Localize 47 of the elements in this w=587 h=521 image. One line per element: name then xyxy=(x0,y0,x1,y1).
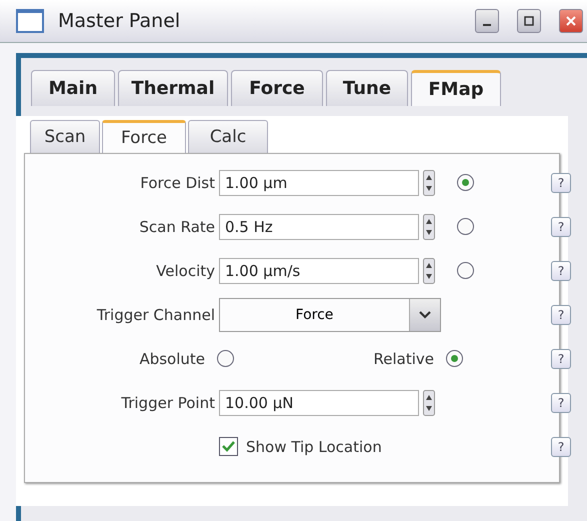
spinner-icon[interactable] xyxy=(423,390,435,416)
help-button[interactable]: ? xyxy=(551,260,571,280)
close-icon xyxy=(566,16,576,26)
field-label: Trigger Point xyxy=(120,394,215,412)
tab[interactable]: Calc xyxy=(188,120,268,153)
help-button[interactable]: ? xyxy=(551,348,571,368)
maximize-icon xyxy=(524,16,534,26)
help-button[interactable]: ? xyxy=(551,392,571,412)
minimize-button[interactable] xyxy=(475,9,499,33)
input-field[interactable]: 10.00 µN xyxy=(219,390,419,416)
help-button[interactable]: ? xyxy=(551,436,571,456)
field-label: Trigger Channel xyxy=(96,306,215,324)
radio-button[interactable] xyxy=(457,262,474,279)
help-button[interactable]: ? xyxy=(551,172,571,192)
radio-button[interactable] xyxy=(446,350,463,367)
window-icon xyxy=(16,9,44,33)
spinner-icon[interactable] xyxy=(423,258,435,284)
input-field[interactable]: 0.5 Hz xyxy=(219,214,419,240)
input-field[interactable]: 1.00 µm xyxy=(219,170,419,196)
field-label: Scan Rate xyxy=(138,218,215,236)
tab[interactable]: Tune xyxy=(326,70,408,106)
tab[interactable]: Force xyxy=(231,70,323,106)
maximize-button[interactable] xyxy=(517,9,541,33)
tab[interactable]: FMap xyxy=(411,70,501,106)
checkbox[interactable] xyxy=(219,437,238,456)
field-label: Force Dist xyxy=(139,174,215,192)
help-button[interactable]: ? xyxy=(551,305,571,325)
tab[interactable]: Force xyxy=(102,120,186,153)
radio-label: Relative xyxy=(372,350,434,368)
field-label: Velocity xyxy=(155,262,215,280)
close-button[interactable] xyxy=(559,9,583,33)
dropdown[interactable]: Force xyxy=(219,298,441,332)
radio-button[interactable] xyxy=(217,350,234,367)
tab[interactable]: Scan xyxy=(30,120,100,153)
spinner-icon[interactable] xyxy=(423,214,435,240)
radio-button[interactable] xyxy=(457,174,474,191)
spinner-icon[interactable] xyxy=(423,170,435,196)
help-button[interactable]: ? xyxy=(551,216,571,236)
caret-icon xyxy=(419,311,431,319)
tab[interactable]: Main xyxy=(31,70,115,106)
tab[interactable]: Thermal xyxy=(118,70,228,106)
checkbox-label: Show Tip Location xyxy=(246,438,382,456)
radio-label: Absolute xyxy=(138,350,205,368)
window-title: Master Panel xyxy=(58,10,182,32)
minimize-icon xyxy=(483,24,491,26)
radio-button[interactable] xyxy=(457,218,474,235)
input-field[interactable]: 1.00 µm/s xyxy=(219,258,419,284)
